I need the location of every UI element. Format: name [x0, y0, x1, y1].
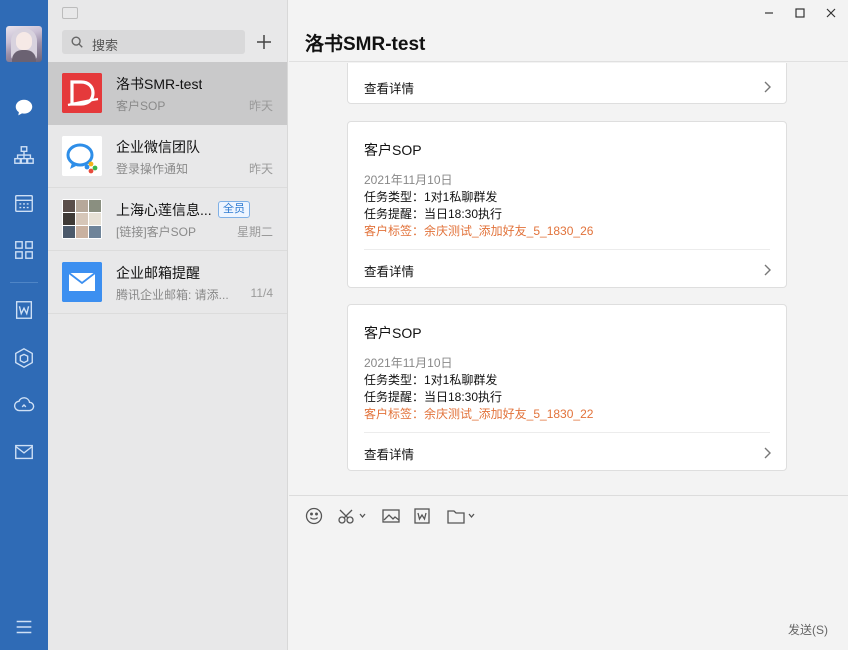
- search-icon: [71, 36, 83, 48]
- conversation-header: 洛书SMR-test: [289, 0, 848, 62]
- new-window-icon[interactable]: [62, 7, 78, 19]
- task-reminder: 任务提醒：当日18:30执行: [364, 390, 503, 404]
- cloud-icon[interactable]: [12, 393, 36, 417]
- menu-icon[interactable]: [12, 615, 36, 639]
- mail-envelope-icon: [62, 262, 102, 302]
- wecom-logo-icon: [62, 136, 102, 176]
- chat-time: 昨天: [248, 162, 273, 176]
- customer-tag: 客户标签：余庆测试_添加好友_5_1830_22: [364, 407, 594, 421]
- all-members-badge: 全员: [218, 201, 250, 218]
- view-details-link[interactable]: 查看详情: [364, 444, 414, 463]
- sop-card: 客户SOP 2021年11月10日 任务类型：1对1私聊群发 任务提醒：当日18…: [347, 121, 787, 288]
- view-details-link[interactable]: 查看详情: [364, 78, 414, 97]
- chat-preview: [链接]客户SOP: [116, 225, 197, 239]
- close-icon[interactable]: [823, 6, 839, 20]
- emoji-icon[interactable]: [305, 506, 323, 526]
- chat-item[interactable]: 洛书SMR-test 客户SOP 昨天: [48, 62, 287, 125]
- group-avatar: [62, 73, 102, 113]
- chevron-right-icon[interactable]: [762, 81, 772, 93]
- doc-icon[interactable]: [12, 298, 36, 322]
- chat-name: 洛书SMR-test: [116, 76, 203, 92]
- chat-list-panel: 搜索 洛书SMR-test 客户SOP 昨天 企业微信团队 登录操作通知 昨天 …: [48, 0, 288, 650]
- chat-name: 企业微信团队: [116, 139, 200, 155]
- chat-icon[interactable]: [12, 96, 36, 120]
- card-title: 客户SOP: [364, 142, 422, 158]
- plus-icon: [257, 35, 271, 49]
- chat-preview: 腾讯企业邮箱: 请添...: [116, 288, 229, 302]
- screenshot-icon[interactable]: [338, 506, 366, 526]
- task-type: 任务类型：1对1私聊群发: [364, 190, 498, 204]
- add-button[interactable]: [254, 30, 274, 54]
- word-doc-icon[interactable]: [414, 506, 430, 526]
- card-title: 客户SOP: [364, 325, 422, 341]
- group-avatar: [62, 199, 102, 239]
- cube-icon[interactable]: [12, 346, 36, 370]
- search-input[interactable]: 搜索: [62, 30, 245, 54]
- task-reminder: 任务提醒：当日18:30执行: [364, 207, 503, 221]
- search-placeholder: 搜索: [92, 38, 119, 53]
- card-date: 2021年11月10日: [364, 173, 453, 187]
- calendar-icon[interactable]: [12, 191, 36, 215]
- chat-name: 企业邮箱提醒: [116, 265, 200, 281]
- apps-icon[interactable]: [12, 238, 36, 262]
- conversation-panel: 洛书SMR-test 查看详情 客户SOP 2021年11月10日 任务类型：1…: [289, 0, 848, 650]
- chat-time: 11/4: [250, 286, 273, 300]
- customer-tag: 客户标签：余庆测试_添加好友_5_1830_26: [364, 224, 594, 238]
- chat-item[interactable]: 上海心莲信息... 全员 [链接]客户SOP 星期二: [48, 188, 287, 251]
- card-date: 2021年11月10日: [364, 356, 453, 370]
- folder-icon[interactable]: [447, 506, 477, 526]
- chat-name: 上海心莲信息...: [116, 202, 212, 218]
- send-button[interactable]: 发送(S): [788, 621, 828, 638]
- view-details-link[interactable]: 查看详情: [364, 261, 414, 280]
- chat-time: 星期二: [236, 225, 273, 239]
- message-composer[interactable]: 发送(S): [289, 495, 848, 650]
- sop-card: 查看详情: [347, 63, 787, 104]
- minimize-icon[interactable]: [761, 6, 777, 20]
- chat-preview: 登录操作通知: [116, 162, 189, 176]
- conversation-title: 洛书SMR-test: [305, 34, 426, 55]
- maximize-icon[interactable]: [792, 6, 808, 20]
- message-area[interactable]: 查看详情 客户SOP 2021年11月10日 任务类型：1对1私聊群发 任务提醒…: [289, 63, 848, 495]
- mail-icon[interactable]: [12, 440, 36, 464]
- chat-time: 昨天: [248, 99, 273, 113]
- chat-preview: 客户SOP: [116, 99, 166, 113]
- chat-item[interactable]: 企业邮箱提醒 腾讯企业邮箱: 请添... 11/4: [48, 251, 287, 314]
- app-sidebar: [0, 0, 48, 650]
- chat-item[interactable]: 企业微信团队 登录操作通知 昨天: [48, 125, 287, 188]
- chevron-right-icon[interactable]: [762, 264, 772, 276]
- sop-card: 客户SOP 2021年11月10日 任务类型：1对1私聊群发 任务提醒：当日18…: [347, 304, 787, 471]
- task-type: 任务类型：1对1私聊群发: [364, 373, 498, 387]
- chevron-right-icon[interactable]: [762, 447, 772, 459]
- avatar[interactable]: [6, 26, 42, 62]
- image-icon[interactable]: [382, 506, 400, 526]
- org-icon[interactable]: [12, 143, 36, 167]
